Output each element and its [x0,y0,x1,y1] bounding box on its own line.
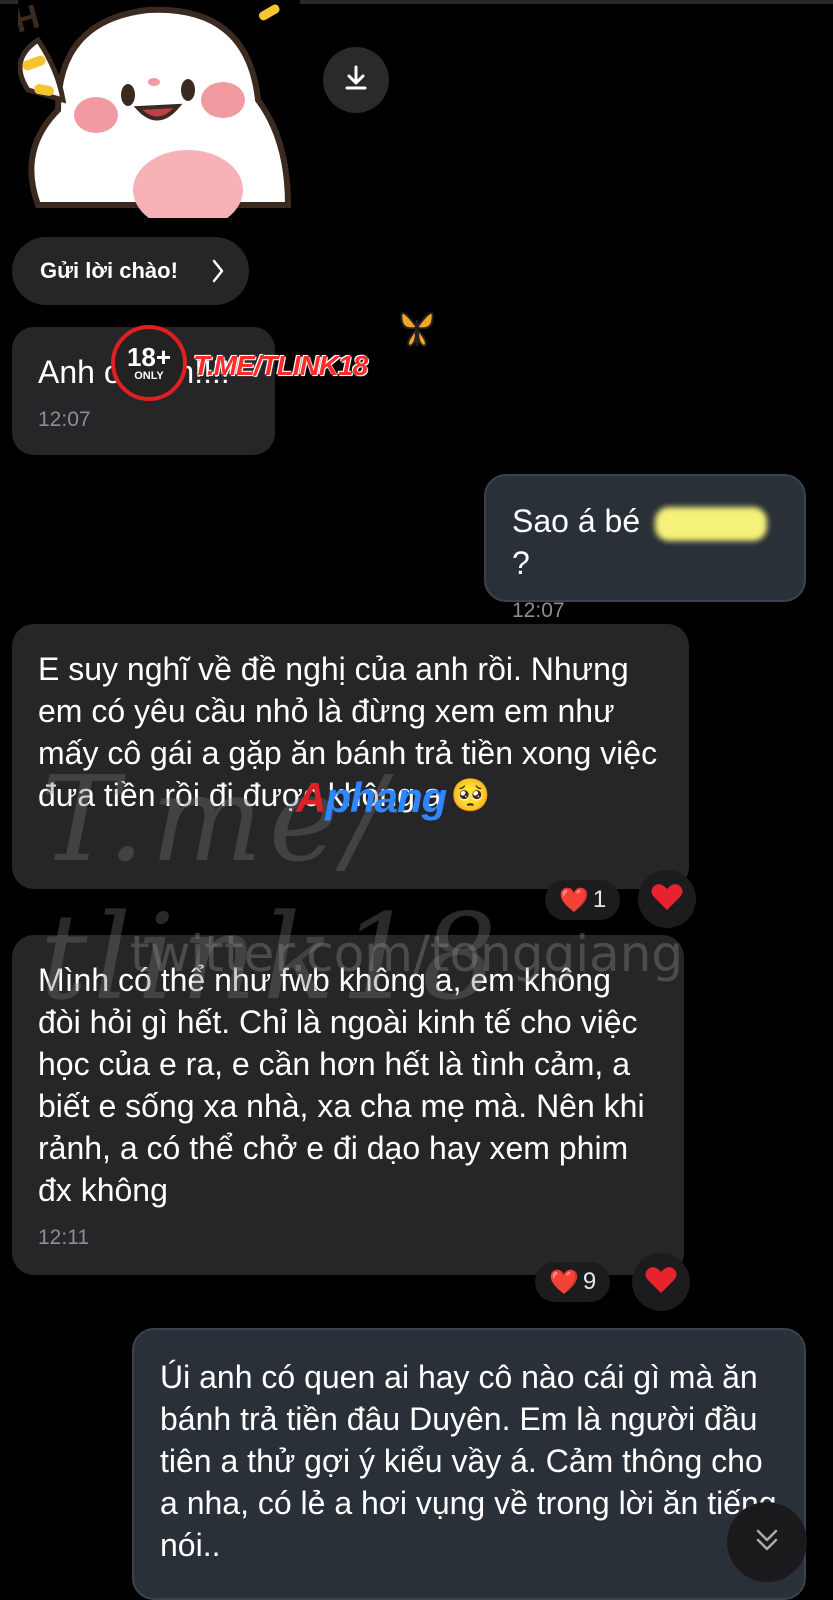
message-text: Mình có thể như fwb không a, em không đò… [38,962,645,1208]
message-bubble-outgoing[interactable]: Sao á bé ? 12:07 [484,474,806,622]
message-bubble-incoming[interactable]: Mình có thể như fwb không a, em không đò… [12,935,684,1275]
download-button[interactable] [323,47,389,113]
send-greeting-button[interactable]: Gửi lời chào! [12,237,249,305]
message-time: 12:07 [512,599,565,622]
message-text-end: ? [512,545,530,581]
reaction-number: 1 [592,886,607,913]
send-greeting-label: Gửi lời chào! [40,258,178,283]
sticker-image[interactable]: H [18,0,300,218]
badge-label: ONLY [134,370,164,382]
tlink-overlay: T.ME/TLINK18 [193,350,368,381]
redacted-name [655,506,767,541]
message-bubble-incoming[interactable]: E suy nghĩ về đề nghị của anh rồi. Nhưng… [12,624,689,889]
download-icon [342,64,370,97]
heart-icon: ❤️ [559,886,589,914]
chevron-right-icon [211,258,225,290]
heart-icon [645,1266,677,1299]
message-text: Sao á bé [512,503,649,539]
heart-icon [651,883,683,916]
message-time: 12:07 [38,408,91,431]
butterfly-icon [396,300,438,357]
double-chevron-down-icon [752,1525,782,1560]
badge-number: 18+ [126,342,172,372]
reaction-number: 9 [582,1268,597,1295]
chat-screen: H Gửi lời chào! Anh ơi anh!!!! 12:07 Sao… [0,0,833,1600]
message-text: Úi anh có quen ai hay cô nào cái gì mà ă… [160,1359,777,1563]
aphang-logo: Aphang [296,774,447,821]
message-time: 12:11 [38,1226,89,1249]
react-button[interactable] [638,870,696,928]
reaction-count[interactable]: ❤️ 1 [545,880,621,920]
heart-icon: ❤️ [549,1268,579,1296]
message-bubble-outgoing[interactable]: Úi anh có quen ai hay cô nào cái gì mà ă… [132,1328,806,1600]
scroll-to-bottom-button[interactable] [727,1502,807,1582]
react-button[interactable] [632,1253,690,1311]
reaction-count[interactable]: ❤️ 9 [535,1262,611,1302]
adult-only-badge: 18+ ONLY [111,325,187,401]
